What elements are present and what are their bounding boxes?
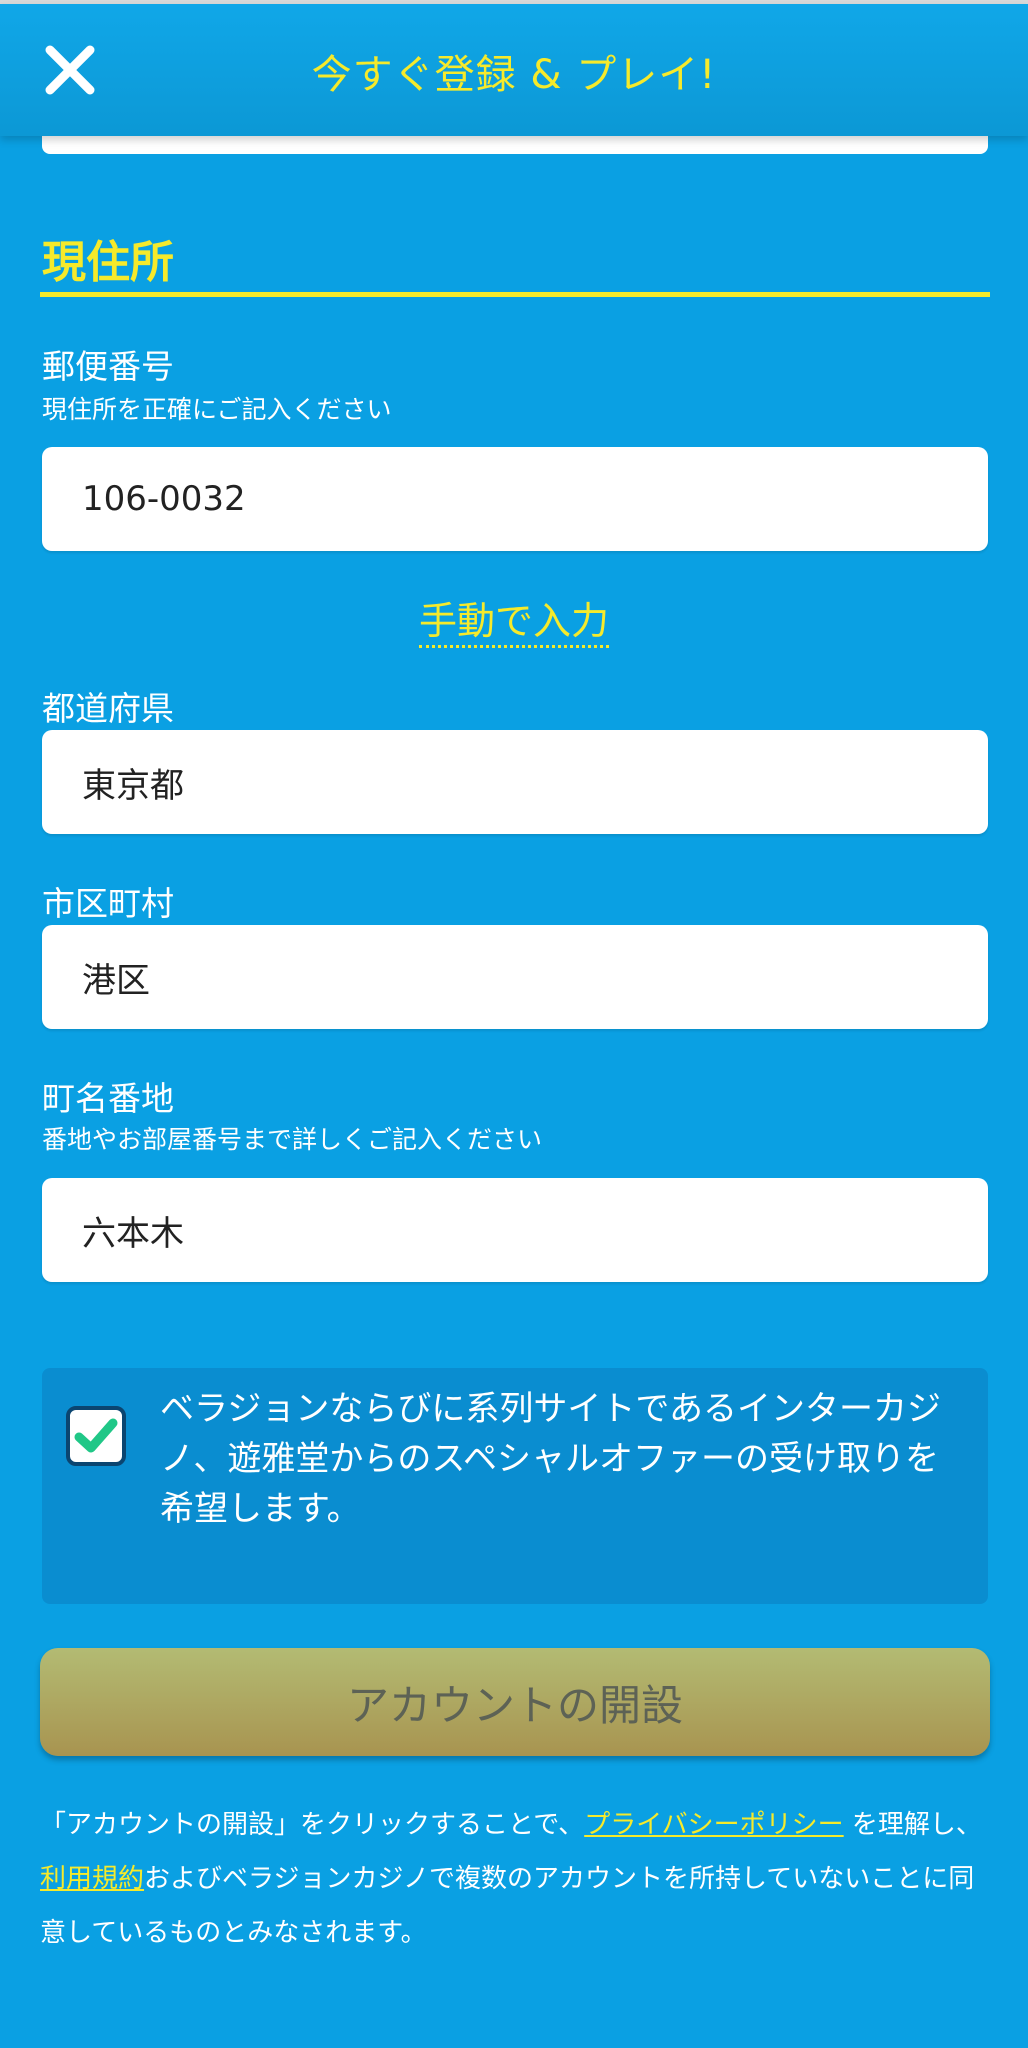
terms-text-3: およびベラジョンカジノで複数のアカウントを所持していないことに同意しているものと… bbox=[40, 1864, 975, 1948]
terms-text-2: を理解し、 bbox=[843, 1810, 982, 1840]
checkmark-icon bbox=[74, 1418, 118, 1453]
manual-entry-link[interactable]: 手動で入力 bbox=[418, 599, 609, 648]
manual-entry-container: 手動で入力 bbox=[0, 590, 1028, 648]
street-hint: 番地やお部屋番号まで詳しくご記入ください bbox=[42, 1125, 543, 1154]
privacy-policy-link[interactable]: プライバシーポリシー bbox=[584, 1810, 843, 1840]
prefecture-label: 都道府県 bbox=[42, 689, 174, 728]
open-account-button[interactable]: アカウントの開設 bbox=[40, 1648, 990, 1756]
city-label: 市区町村 bbox=[42, 884, 174, 923]
postal-code-label: 郵便番号 bbox=[42, 347, 174, 386]
header-title: 今すぐ登録 & プレイ! bbox=[311, 52, 717, 98]
consent-checkbox[interactable] bbox=[66, 1406, 126, 1466]
terms-of-use-link[interactable]: 利用規約 bbox=[40, 1864, 144, 1894]
section-divider bbox=[40, 292, 990, 297]
section-title: 現住所 bbox=[42, 237, 174, 288]
city-input[interactable] bbox=[42, 925, 988, 1029]
prefecture-input[interactable] bbox=[42, 730, 988, 834]
consent-text: ベラジョンならびに系列サイトであるインターカジノ、遊雅堂からのスペシャルオファー… bbox=[160, 1389, 941, 1529]
terms-notice: 「アカウントの開設」をクリックすることで、プライバシーポリシー を理解し、利用規… bbox=[40, 1798, 1000, 1960]
postal-code-hint: 現住所を正確にご記入ください bbox=[42, 395, 392, 424]
postal-code-input[interactable] bbox=[42, 447, 988, 551]
street-label: 町名番地 bbox=[42, 1079, 174, 1118]
header-bar: 今すぐ登録 & プレイ! bbox=[0, 4, 1028, 136]
terms-text-1: 「アカウントの開設」をクリックすることで、 bbox=[40, 1810, 585, 1840]
street-input[interactable] bbox=[42, 1178, 988, 1282]
